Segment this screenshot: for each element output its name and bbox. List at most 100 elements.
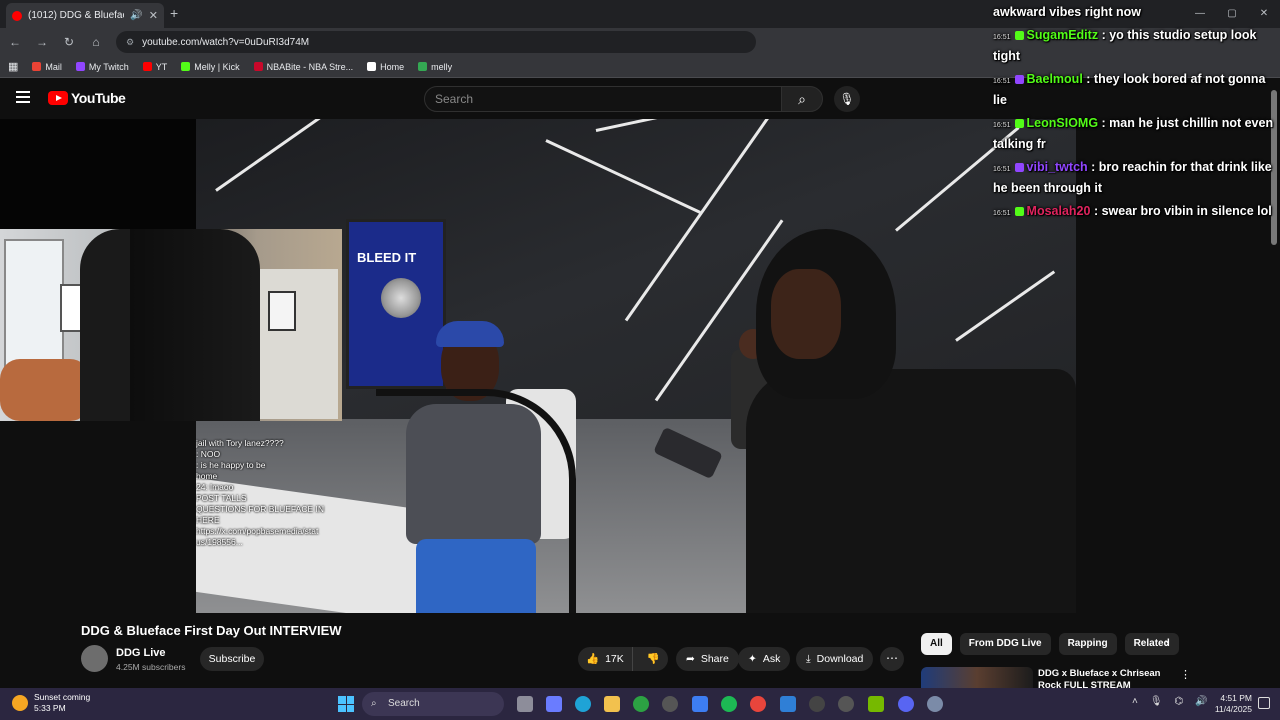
bookmark-mail[interactable]: Mail <box>32 62 62 72</box>
twitch-icon <box>1014 75 1024 85</box>
download-button[interactable]: ⤓ Download <box>796 647 874 671</box>
youtube-favicon-icon <box>12 10 22 21</box>
file-explorer-icon[interactable] <box>604 696 620 712</box>
tab-title: (1012) DDG & Blueface First <box>28 10 124 21</box>
chat-line: us/198556... <box>196 537 243 547</box>
dislike-button[interactable]: 👎 <box>639 647 668 671</box>
edge-icon[interactable] <box>575 696 591 712</box>
x-icon <box>367 62 377 71</box>
taskbar-clock[interactable]: 4:51 PM 11/4/2025 <box>1212 693 1252 715</box>
apps-grid-icon[interactable]: ▦ <box>8 60 18 73</box>
nba-icon <box>253 62 263 71</box>
search-icon: ⌕ <box>371 698 377 709</box>
ask-button[interactable]: ✦ Ask <box>738 647 791 671</box>
youtube-logo[interactable]: YouTube <box>48 90 126 106</box>
close-tab-icon[interactable]: ✕ <box>149 9 158 22</box>
back-button[interactable]: ← <box>3 35 27 49</box>
browser-tab[interactable]: (1012) DDG & Blueface First 🔊 ✕ <box>6 3 164 28</box>
weather-widget[interactable]: Sunset coming 5:33 PM <box>12 692 90 714</box>
stream-chat-overlay-left: jail with Tory lanez???? : NOO : is he h… <box>196 438 356 598</box>
like-button[interactable]: 👍 17K <box>578 647 633 671</box>
notification-icon[interactable] <box>1258 697 1270 709</box>
speaker-icon[interactable]: 🔊 <box>130 10 142 21</box>
settings-icon[interactable] <box>927 696 943 712</box>
site-info-icon[interactable]: ⚙ <box>126 37 134 48</box>
bookmark-my-twitch[interactable]: My Twitch <box>75 62 129 72</box>
search-icon: ⌕ <box>798 91 806 107</box>
mic-arm <box>376 389 576 613</box>
chat-line: home <box>196 471 218 481</box>
microphone-icon[interactable]: 🎙 <box>1150 696 1163 707</box>
chip-all[interactable]: All <box>921 633 952 655</box>
spotify-icon[interactable] <box>721 696 737 712</box>
voice-search-button[interactable]: 🎙 <box>834 86 860 112</box>
windows-start-icon[interactable] <box>338 696 354 712</box>
streamer-webcam <box>0 229 342 421</box>
xbox-icon[interactable] <box>633 696 649 712</box>
left-black-area <box>0 119 196 229</box>
store-icon[interactable] <box>692 696 708 712</box>
chat-message: 16:51 vibi_twtch : bro reachin for that d… <box>993 160 1272 195</box>
chevron-up-icon[interactable]: ˄ <box>1132 696 1138 707</box>
search-button[interactable]: ⌕ <box>781 86 823 112</box>
kick-icon <box>1014 119 1024 129</box>
task-view-icon[interactable] <box>517 696 533 712</box>
volume-icon[interactable]: 🔊 <box>1195 696 1207 707</box>
chat-line: HERE <box>196 515 220 525</box>
photos-icon[interactable] <box>780 696 796 712</box>
bookmark-kick[interactable]: Melly | Kick <box>181 62 240 72</box>
bookmark-home[interactable]: Home <box>367 62 404 72</box>
chip-related[interactable]: Related <box>1124 633 1179 655</box>
discord-icon[interactable] <box>898 696 914 712</box>
channel-name[interactable]: DDG Live <box>116 647 166 659</box>
channel-avatar[interactable] <box>81 645 108 672</box>
bookmark-nbabite[interactable]: NBABite - NBA Stre... <box>253 62 353 72</box>
video-title: DDG & Blueface First Day Out INTERVIEW <box>81 623 342 638</box>
kick-icon <box>1014 207 1024 217</box>
bookmark-yt[interactable]: YT <box>142 62 167 72</box>
share-button[interactable]: ➦ Share <box>676 647 739 671</box>
chat-line: POST TALLS <box>196 493 247 503</box>
taskbar-search[interactable]: ⌕ Search <box>362 692 504 716</box>
copilot-icon[interactable] <box>546 696 562 712</box>
youtube-icon <box>142 62 152 71</box>
thumbs-up-icon: 👍 <box>586 653 600 665</box>
recommended-video-thumbnail[interactable] <box>921 667 1033 689</box>
mic-icon: 🎙 <box>839 92 855 106</box>
kick-icon <box>181 62 191 71</box>
chevron-right-icon[interactable]: › <box>1165 635 1169 650</box>
thumbs-down-icon: 👎 <box>646 653 660 665</box>
subscribe-button[interactable]: Subscribe <box>200 647 264 671</box>
chat-line: : NOO <box>196 449 221 459</box>
hamburger-menu-icon[interactable] <box>16 91 30 103</box>
forward-button[interactable]: → <box>30 35 54 49</box>
bookmark-melly[interactable]: melly <box>418 62 452 72</box>
home-button[interactable]: ⌂ <box>84 35 108 49</box>
reload-button[interactable]: ↻ <box>57 35 81 49</box>
windows-taskbar: Sunset coming 5:33 PM ⌕ Search ˄ 🎙 ⌬ 🔊 4:… <box>0 688 1280 720</box>
media-player-icon[interactable] <box>809 696 825 712</box>
chip-rapping[interactable]: Rapping <box>1058 633 1117 655</box>
chat-line: jail with Tory lanez???? <box>196 438 284 448</box>
search-input[interactable]: Search <box>424 86 782 112</box>
share-icon: ➦ <box>686 653 695 665</box>
more-actions-button[interactable]: ⋯ <box>880 647 904 671</box>
kick-icon <box>1014 31 1024 41</box>
plaque-disc <box>381 278 421 318</box>
more-vert-icon[interactable]: ⋮ <box>1180 668 1191 681</box>
recommendation-chips: All From DDG Live Rapping Related <box>921 633 1179 655</box>
chat-line: https://x.com/popbasemedia/stat <box>196 526 319 536</box>
new-tab-button[interactable]: + <box>170 5 178 21</box>
chat-line: : is he happy to be <box>196 460 266 470</box>
chat-message: 16:51 SugamEditz : yo this studio setup l… <box>993 28 1257 63</box>
url-text: youtube.com/watch?v=0uDuRI3d74M <box>142 36 310 48</box>
app-icon[interactable] <box>838 696 854 712</box>
nvidia-icon[interactable] <box>868 696 884 712</box>
chip-from-ddg-live[interactable]: From DDG Live <box>959 633 1051 655</box>
chat-message: 16:51 Mosalah20 : swear bro vibin in sile… <box>993 204 1272 218</box>
chat-line: 24: lmaoo <box>196 482 234 492</box>
address-bar[interactable]: ⚙ youtube.com/watch?v=0uDuRI3d74M <box>116 31 756 53</box>
network-icon[interactable]: ⌬ <box>1175 696 1184 707</box>
chrome-icon[interactable] <box>750 696 766 712</box>
obs-icon[interactable] <box>662 696 678 712</box>
